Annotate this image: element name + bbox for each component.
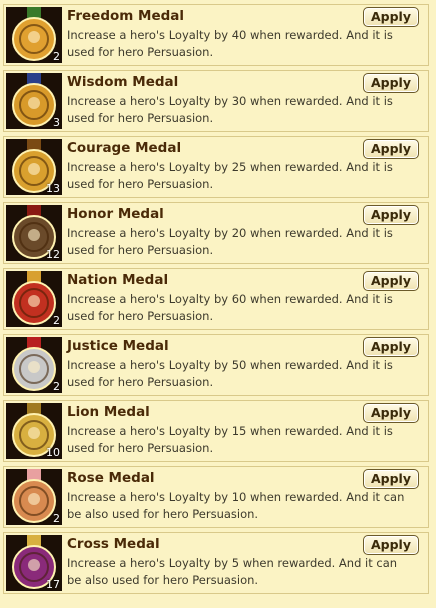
medal-name: Cross Medal — [67, 536, 160, 552]
medal-description: Increase a hero's Loyalty by 60 when rew… — [67, 292, 393, 323]
medal-list-item: 2 Justice Medal Increase a hero's Loyalty … — [3, 334, 429, 396]
rose-medal-icon: 2 — [6, 469, 62, 525]
honor-medal-icon: 12 — [6, 205, 62, 261]
freedom-medal-icon: 2 — [6, 7, 62, 63]
apply-button[interactable]: Apply — [363, 535, 419, 555]
medal-list-item: 3 Wisdom Medal Increase a hero's Loyalty b… — [3, 70, 429, 132]
medal-list-item: 12 Honor Medal Increase a hero's Loyalty b… — [3, 202, 429, 264]
medal-quantity: 2 — [53, 380, 60, 393]
justice-medal-icon: 2 — [6, 337, 62, 393]
cross-medal-icon: 17 — [6, 535, 62, 591]
medal-name: Honor Medal — [67, 206, 164, 222]
apply-button[interactable]: Apply — [363, 7, 419, 27]
medal-description: Increase a hero's Loyalty by 10 when rew… — [67, 490, 405, 521]
medal-list-item: 13 Courage Medal Increase a hero's Loyalty… — [3, 136, 429, 198]
medal-list-item: 2 Rose Medal Increase a hero's Loyalty by … — [3, 466, 429, 528]
medal-quantity: 13 — [46, 182, 60, 195]
courage-medal-icon: 13 — [6, 139, 62, 195]
medal-name: Wisdom Medal — [67, 74, 179, 90]
medal-description: Increase a hero's Loyalty by 25 when rew… — [67, 160, 393, 191]
medal-description: Increase a hero's Loyalty by 20 when rew… — [67, 226, 393, 257]
medal-quantity: 10 — [46, 446, 60, 459]
medal-quantity: 2 — [53, 512, 60, 525]
medal-name: Courage Medal — [67, 140, 182, 156]
medal-list-item: 17 Cross Medal Increase a hero's Loyalty b… — [3, 532, 429, 594]
medal-quantity: 12 — [46, 248, 60, 261]
medal-quantity: 2 — [53, 314, 60, 327]
medal-description: Increase a hero's Loyalty by 5 when rewa… — [67, 556, 398, 587]
medal-list-item: 10 Lion Medal Increase a hero's Loyalty by… — [3, 400, 429, 462]
medal-name: Justice Medal — [67, 338, 169, 354]
medal-name: Rose Medal — [67, 470, 155, 486]
apply-button[interactable]: Apply — [363, 469, 419, 489]
medal-list-item: 2 Freedom Medal Increase a hero's Loyalty … — [3, 4, 429, 66]
medal-list-item: 2 Nation Medal Increase a hero's Loyalty b… — [3, 268, 429, 330]
medal-list: 2 Freedom Medal Increase a hero's Loyalty … — [0, 0, 436, 608]
medal-description: Increase a hero's Loyalty by 50 when rew… — [67, 358, 393, 389]
apply-button[interactable]: Apply — [363, 337, 419, 357]
medal-description: Increase a hero's Loyalty by 40 when rew… — [67, 28, 393, 59]
apply-button[interactable]: Apply — [363, 403, 419, 423]
apply-button[interactable]: Apply — [363, 205, 419, 225]
medal-quantity: 17 — [46, 578, 60, 591]
apply-button[interactable]: Apply — [363, 271, 419, 291]
medal-name: Freedom Medal — [67, 8, 185, 24]
wisdom-medal-icon: 3 — [6, 73, 62, 129]
nation-medal-icon: 2 — [6, 271, 62, 327]
medal-name: Nation Medal — [67, 272, 169, 288]
medal-quantity: 2 — [53, 50, 60, 63]
medal-quantity: 3 — [53, 116, 60, 129]
apply-button[interactable]: Apply — [363, 139, 419, 159]
medal-description: Increase a hero's Loyalty by 15 when rew… — [67, 424, 393, 455]
medal-name: Lion Medal — [67, 404, 150, 420]
apply-button[interactable]: Apply — [363, 73, 419, 93]
lion-medal-icon: 10 — [6, 403, 62, 459]
medal-description: Increase a hero's Loyalty by 30 when rew… — [67, 94, 393, 125]
